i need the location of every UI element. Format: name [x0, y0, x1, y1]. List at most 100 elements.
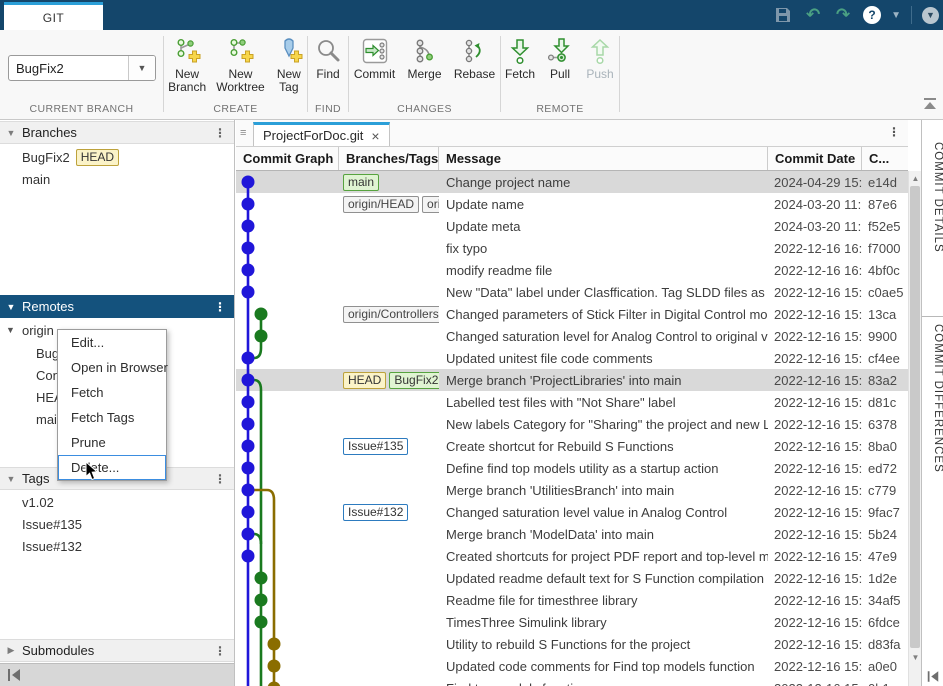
- commit-hash: 34af5: [862, 593, 908, 608]
- commit-node[interactable]: [242, 506, 255, 519]
- pull-button[interactable]: Pull: [541, 37, 579, 81]
- branches-tags-cell: HEADBugFix2: [339, 372, 439, 389]
- commit-node[interactable]: [255, 330, 268, 343]
- tab-git[interactable]: GIT: [4, 2, 103, 30]
- branch-item-main[interactable]: main: [0, 168, 234, 190]
- commit-date: 2022-12-16 15:...: [768, 439, 862, 454]
- find-label: Find: [308, 68, 348, 81]
- commit-node[interactable]: [242, 176, 255, 189]
- context-menu-item-delete[interactable]: Delete...: [58, 455, 166, 480]
- section-header-branches[interactable]: ▼ Branches ⋮: [0, 121, 234, 144]
- commit-node[interactable]: [255, 308, 268, 321]
- commit-node[interactable]: [242, 462, 255, 475]
- branches-menu-icon[interactable]: ⋮: [214, 126, 226, 140]
- window-menu-icon[interactable]: ▼: [922, 7, 939, 24]
- remotes-menu-icon[interactable]: ⋮: [214, 300, 226, 314]
- scrollbar-thumb[interactable]: [910, 186, 920, 648]
- commit-node[interactable]: [242, 418, 255, 431]
- git-tab-label: GIT: [43, 11, 65, 25]
- commit-node[interactable]: [242, 352, 255, 365]
- commit-node[interactable]: [242, 528, 255, 541]
- tags-menu-icon[interactable]: ⋮: [214, 472, 226, 486]
- section-header-submodules[interactable]: ▶ Submodules ⋮: [0, 639, 234, 662]
- commit-node[interactable]: [242, 198, 255, 211]
- expand-origin-icon[interactable]: ▼: [6, 325, 15, 335]
- group-divider: [619, 36, 620, 112]
- col-header-commit-graph[interactable]: Commit Graph: [236, 147, 339, 170]
- commit-node[interactable]: [255, 616, 268, 629]
- current-branch-combo[interactable]: BugFix2 ▼: [8, 55, 156, 81]
- collapse-panel-right-icon[interactable]: [926, 670, 940, 683]
- find-button[interactable]: Find: [308, 37, 348, 81]
- commit-node[interactable]: [242, 550, 255, 563]
- new-branch-button[interactable]: New Branch: [164, 37, 210, 94]
- context-menu-item-prune[interactable]: Prune: [58, 430, 166, 455]
- tab-commit-details[interactable]: COMMIT DETAILS: [922, 138, 943, 314]
- tab-commit-differences[interactable]: COMMIT DIFFERENCES: [922, 320, 943, 550]
- commit-node[interactable]: [268, 638, 281, 651]
- commit-node[interactable]: [242, 220, 255, 233]
- commit-message: Changed saturation level for Analog Cont…: [439, 329, 768, 344]
- col-header-branches-tags[interactable]: Branches/Tags: [339, 147, 439, 170]
- table-vertical-scrollbar[interactable]: ▲ ▼: [908, 171, 921, 686]
- commit-node[interactable]: [242, 374, 255, 387]
- save-icon[interactable]: [773, 5, 793, 25]
- collapse-remotes-icon[interactable]: ▼: [0, 302, 22, 312]
- undo-icon[interactable]: ↶: [803, 5, 823, 25]
- context-menu-item-fetch-tags[interactable]: Fetch Tags: [58, 405, 166, 430]
- new-worktree-button[interactable]: New Worktree: [216, 37, 264, 94]
- branch-badge: origin/HEAD: [343, 196, 419, 213]
- section-header-remotes[interactable]: ▼ Remotes ⋮: [0, 295, 234, 318]
- tag-item-v102[interactable]: v1.02: [0, 491, 234, 513]
- commit-date: 2022-12-16 15:...: [768, 593, 862, 608]
- redo-icon[interactable]: ↷: [833, 5, 853, 25]
- commit-date: 2022-12-16 15:...: [768, 307, 862, 322]
- commit-node[interactable]: [242, 286, 255, 299]
- commit-message: Merge branch 'UtilitiesBranch' into main: [439, 483, 768, 498]
- commit-graph: [236, 171, 339, 686]
- commit-message: Updated code comments for Find top model…: [439, 659, 768, 674]
- expand-submodules-icon[interactable]: ▶: [0, 645, 22, 656]
- merge-button[interactable]: Merge: [403, 37, 447, 81]
- tag-item-issue135[interactable]: Issue#135: [0, 513, 234, 535]
- commit-date: 2022-12-16 15:...: [768, 461, 862, 476]
- tabbar-menu-icon[interactable]: ⋮: [888, 125, 900, 139]
- commit-button[interactable]: Commit: [353, 37, 397, 81]
- context-menu-item-open-in-browser[interactable]: Open in Browser: [58, 355, 166, 380]
- collapse-branches-icon[interactable]: ▼: [0, 128, 22, 138]
- branch-item-bugfix2[interactable]: BugFix2 HEAD: [0, 146, 234, 168]
- help-icon[interactable]: ?: [863, 6, 881, 24]
- commit-node[interactable]: [255, 594, 268, 607]
- commit-node[interactable]: [255, 572, 268, 585]
- commit-node[interactable]: [242, 440, 255, 453]
- sidebar-status-strip: [0, 663, 234, 686]
- rebase-label: Rebase: [453, 68, 497, 81]
- commit-node[interactable]: [242, 484, 255, 497]
- rebase-button[interactable]: Rebase: [453, 37, 497, 81]
- collapse-panel-left-icon[interactable]: [6, 668, 22, 682]
- commit-message: Created shortcuts for project PDF report…: [439, 549, 768, 564]
- collapse-ribbon-icon[interactable]: [923, 98, 937, 116]
- col-header-message[interactable]: Message: [439, 147, 768, 170]
- new-tag-button[interactable]: New Tag: [271, 37, 307, 94]
- commit-node[interactable]: [268, 682, 281, 686]
- combo-dropdown-icon[interactable]: ▼: [128, 56, 155, 80]
- context-menu-item-edit[interactable]: Edit...: [58, 330, 166, 355]
- submodules-menu-icon[interactable]: ⋮: [214, 644, 226, 658]
- commit-node[interactable]: [242, 242, 255, 255]
- col-header-commit-date[interactable]: Commit Date: [768, 147, 862, 170]
- fetch-button[interactable]: Fetch: [501, 37, 539, 81]
- branches-tags-cell: origin/Controllers: [339, 306, 439, 323]
- commit-node[interactable]: [242, 396, 255, 409]
- tab-projectfordoc[interactable]: ProjectForDoc.git ×: [253, 122, 390, 146]
- help-caret-icon[interactable]: ▼: [891, 10, 901, 21]
- col-header-commit-hash[interactable]: C...: [862, 147, 908, 170]
- tag-item-issue132[interactable]: Issue#132: [0, 535, 234, 557]
- commit-node[interactable]: [242, 264, 255, 277]
- commit-node[interactable]: [268, 660, 281, 673]
- fetch-label: Fetch: [501, 68, 539, 81]
- close-tab-icon[interactable]: ×: [371, 128, 379, 144]
- context-menu-item-fetch[interactable]: Fetch: [58, 380, 166, 405]
- collapse-tags-icon[interactable]: ▼: [0, 474, 22, 484]
- tabbar-grip-icon[interactable]: ≡: [240, 127, 246, 139]
